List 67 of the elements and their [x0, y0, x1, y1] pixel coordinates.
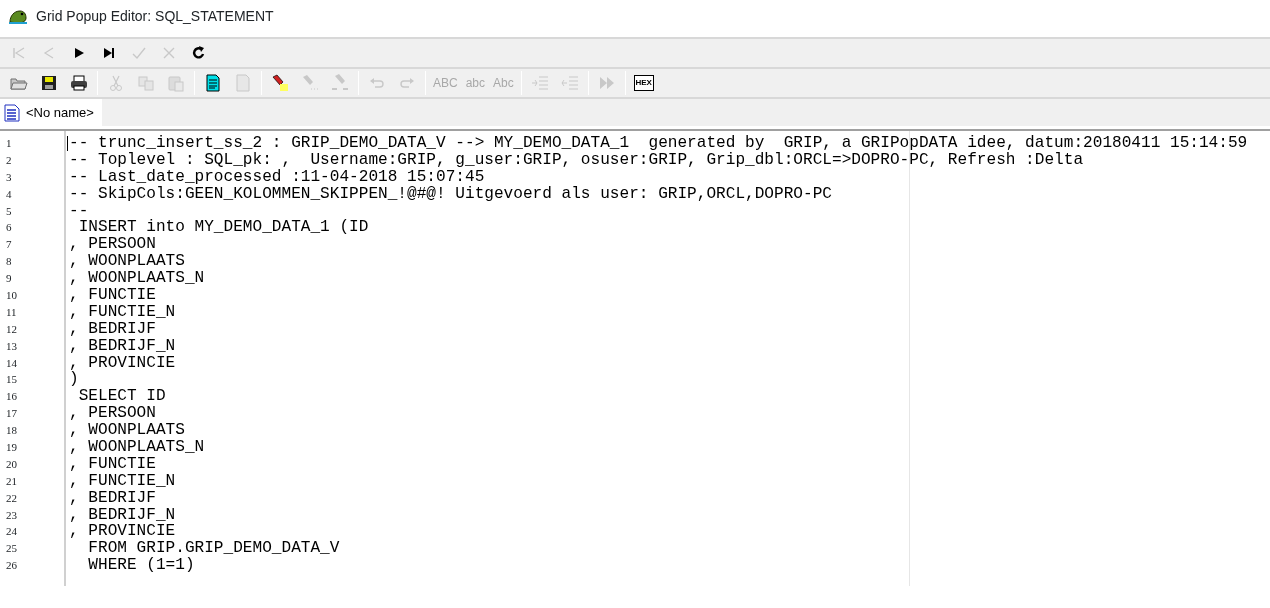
code-line: , BEDRIJF	[69, 489, 157, 507]
scissors-icon	[107, 74, 125, 92]
code-line: , FUNCTIE	[69, 287, 157, 304]
line-number: 11	[5, 304, 18, 320]
line-number: 15	[5, 372, 18, 388]
line-number: 21	[5, 473, 18, 489]
code-line: , FUNCTIE	[69, 455, 157, 473]
window-title: Grid Popup Editor: SQL_STATEMENT	[36, 7, 274, 26]
line-number: 5	[5, 203, 13, 219]
text-cursor	[67, 136, 68, 151]
line-number: 6	[5, 220, 13, 236]
line-number: 25	[5, 541, 18, 557]
line-number: 10	[5, 288, 18, 303]
code-line: FROM GRIP.GRIP_DEMO_DATA_V	[87, 540, 341, 558]
app-logo-icon	[8, 7, 28, 26]
code-line: )	[69, 371, 79, 389]
line-number: 3	[5, 169, 13, 185]
code-line: , WOONPLAATS_N	[69, 439, 206, 456]
line-number: 8	[5, 254, 13, 270]
editor-tab[interactable]: <No name>	[0, 99, 102, 126]
line-number: 12	[5, 321, 18, 337]
code-line: , FUNCTIE_N	[69, 303, 177, 321]
highlighter-icon	[271, 74, 289, 92]
line-number: 1	[5, 136, 13, 151]
line-number: 22	[5, 490, 18, 506]
outdent-icon	[560, 74, 579, 92]
code-line: , PERSOON	[69, 405, 157, 423]
code-line: SELECT ID	[77, 388, 167, 406]
code-line: , FUNCTIE_N	[69, 472, 177, 490]
code-line: , BEDRIJF_N	[69, 506, 177, 524]
document-icon	[4, 103, 20, 122]
line-number: 20	[5, 456, 18, 472]
line-number: 16	[5, 389, 18, 405]
copy-icon	[137, 74, 155, 92]
line-number: 14	[5, 355, 18, 371]
line-number: 17	[5, 406, 18, 422]
line-number: 24	[5, 524, 18, 540]
code-line: , WOONPLAATS_N	[69, 270, 206, 287]
code-line: -- trunc_insert_ss_2 : GRIP_DEMO_DATA_V --> MY_DEMO_DATA_1 generated by GRIP, a GRIPopDATA idee, datum:20180411 15:14:59	[69, 135, 1249, 152]
fast-forward-icon	[597, 74, 616, 92]
clipboard-icon	[167, 74, 185, 92]
code-line: INSERT into MY_DEMO_DATA_1 (ID	[77, 219, 370, 237]
line-number: 18	[5, 423, 18, 439]
code-line: -- SkipCols:GEEN_KOLOMMEN_SKIPPEN_!@#@! Uitgevoerd als user: GRIP,ORCL,DOPRO-PC	[69, 185, 833, 203]
line-number: 19	[5, 440, 18, 456]
code-line: --	[69, 202, 90, 220]
line-number: 9	[5, 271, 13, 287]
printer-icon	[70, 74, 88, 92]
code-line: , PROVINCIE	[69, 354, 177, 372]
indent-icon	[530, 74, 549, 92]
line-number: 23	[5, 507, 18, 523]
code-line: -- Last_date_processed :11-04-2018 15:07:45	[69, 168, 486, 186]
code-line: , BEDRIJF_N	[69, 337, 177, 355]
line-number: 4	[5, 186, 13, 202]
line-number: 26	[5, 558, 18, 574]
code-line: , PROVINCIE	[69, 523, 177, 541]
code-line: , BEDRIJF	[69, 320, 157, 338]
line-number: 2	[5, 152, 13, 168]
document-icon	[204, 74, 222, 92]
code-line: , WOONPLAATS	[69, 422, 186, 440]
line-number: 13	[5, 338, 18, 354]
code-line: , WOONPLAATS	[69, 253, 186, 271]
code-line: , PERSOON	[69, 236, 157, 254]
code-line: WHERE (1=1)	[87, 557, 196, 575]
blank-page-icon	[234, 74, 252, 92]
line-number: 7	[5, 237, 13, 253]
code-line: -- Toplevel : SQL_pk: , Username:GRIP, g_user:GRIP, osuser:GRIP, Grip_dbl:ORCL=>DOPRO-PC, Refresh :Delta	[69, 151, 1085, 169]
